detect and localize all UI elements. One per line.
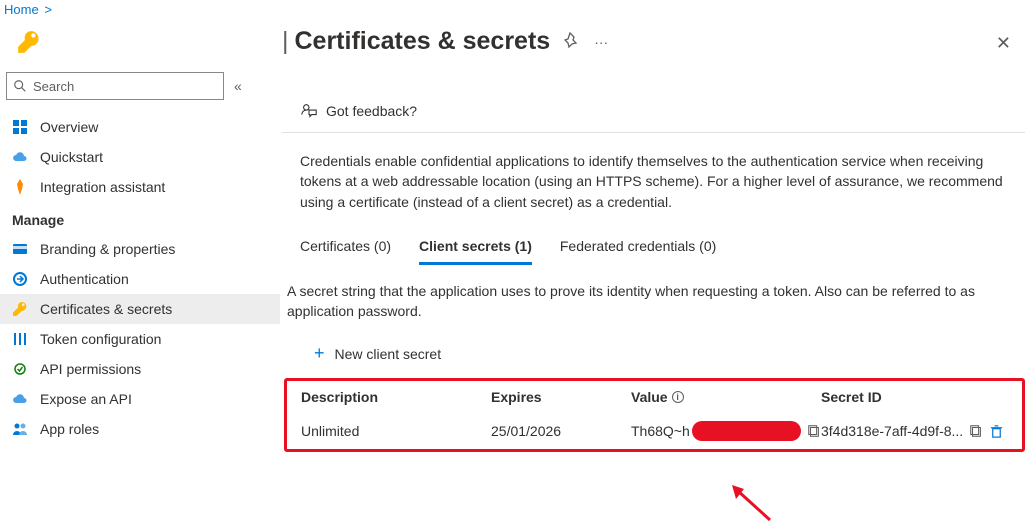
cell-expires: 25/01/2026 xyxy=(491,423,631,439)
col-value: Value i xyxy=(631,389,821,405)
people-icon xyxy=(12,421,28,437)
delete-icon[interactable] xyxy=(989,424,1004,439)
pin-icon[interactable] xyxy=(564,32,580,51)
new-client-secret-button[interactable]: + New client secret xyxy=(282,321,1025,378)
nav-header-manage: Manage xyxy=(0,202,280,234)
nav-certificates-secrets[interactable]: Certificates & secrets xyxy=(0,294,280,324)
page-title: Certificates & secrets xyxy=(295,27,551,56)
tab-federated[interactable]: Federated credentials (0) xyxy=(560,238,716,265)
value-redacted xyxy=(692,421,801,441)
nav-expose-api[interactable]: Expose an API xyxy=(0,384,280,414)
gear-check-icon xyxy=(12,361,28,377)
table-row: Unlimited 25/01/2026 Th68Q~h 3f4d318e-7a… xyxy=(287,413,1022,449)
nav-api-permissions[interactable]: API permissions xyxy=(0,354,280,384)
key-icon xyxy=(16,29,280,58)
info-icon[interactable]: i xyxy=(672,391,684,403)
grid-icon xyxy=(12,119,28,135)
col-expires: Expires xyxy=(491,389,631,405)
cloud-icon xyxy=(12,149,28,165)
plus-icon: + xyxy=(314,343,325,364)
breadcrumb-separator: > xyxy=(44,2,52,17)
rocket-icon xyxy=(12,179,28,195)
cell-secret-id: 3f4d318e-7aff-4d9f-8... xyxy=(821,423,1012,439)
copy-secretid-icon[interactable] xyxy=(969,424,983,438)
nav-quickstart[interactable]: Quickstart xyxy=(0,142,280,172)
nav-integration[interactable]: Integration assistant xyxy=(0,172,280,202)
cell-description: Unlimited xyxy=(301,423,491,439)
col-description: Description xyxy=(301,389,491,405)
nav-app-roles[interactable]: App roles xyxy=(0,414,280,444)
subdescription: A secret string that the application use… xyxy=(282,265,1025,322)
search-icon xyxy=(13,79,27,93)
col-secret-id: Secret ID xyxy=(821,389,1012,405)
nav-token-configuration[interactable]: Token configuration xyxy=(0,324,280,354)
secrets-table: Description Expires Value i Secret ID Un… xyxy=(284,378,1025,452)
tab-client-secrets[interactable]: Client secrets (1) xyxy=(419,238,532,265)
nav-overview[interactable]: Overview xyxy=(0,112,280,142)
search-input[interactable]: Search xyxy=(6,72,224,100)
tab-certificates[interactable]: Certificates (0) xyxy=(300,238,391,265)
annotation-arrow xyxy=(730,485,780,525)
nav-branding[interactable]: Branding & properties xyxy=(0,234,280,264)
table-header-row: Description Expires Value i Secret ID xyxy=(287,381,1022,413)
copy-value-icon[interactable] xyxy=(807,424,821,438)
collapse-sidebar-icon[interactable]: « xyxy=(234,78,242,94)
intro-text: Credentials enable confidential applicat… xyxy=(282,133,1025,212)
more-icon[interactable]: ··· xyxy=(594,34,608,50)
auth-icon xyxy=(12,271,28,287)
card-icon xyxy=(12,241,28,257)
close-icon[interactable]: ✕ xyxy=(996,33,1011,54)
cell-value: Th68Q~h xyxy=(631,421,821,441)
feedback-link[interactable]: Got feedback? xyxy=(326,103,417,119)
feedback-icon xyxy=(300,102,318,120)
breadcrumb-home[interactable]: Home xyxy=(4,2,39,17)
cloud-share-icon xyxy=(12,391,28,407)
key-small-icon xyxy=(12,301,28,317)
title-separator: | xyxy=(282,27,289,56)
breadcrumb: Home > xyxy=(0,0,1025,23)
nav-authentication[interactable]: Authentication xyxy=(0,264,280,294)
sliders-icon xyxy=(12,331,28,347)
